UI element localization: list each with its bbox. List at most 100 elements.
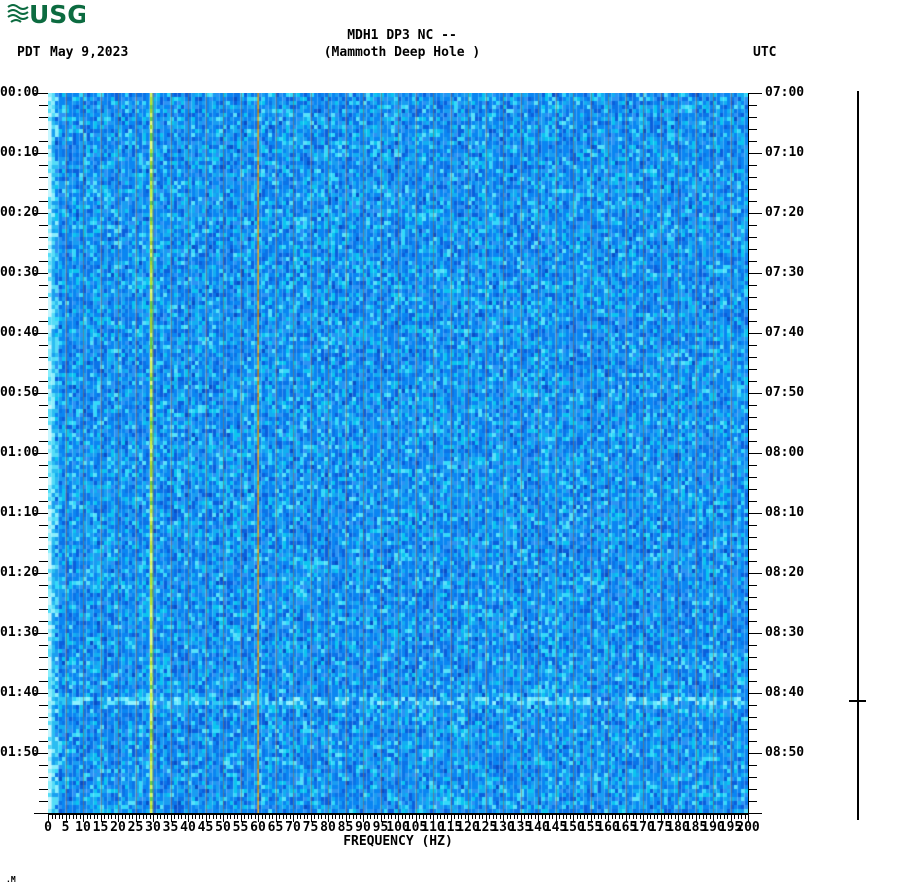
freq-tick: [192, 815, 193, 819]
freq-tick: [353, 815, 354, 819]
freq-tick: [164, 815, 165, 819]
freq-tick: [640, 815, 641, 819]
freq-tick: [216, 815, 217, 819]
time-tick: [39, 225, 48, 226]
time-tick: [749, 141, 757, 142]
freq-tick: [500, 815, 501, 819]
freq-tick: [209, 815, 210, 819]
freq-tick: [636, 815, 637, 819]
freq-tick: [647, 815, 648, 819]
time-tick: [39, 381, 48, 382]
time-tick: [749, 801, 757, 802]
freq-tick: [535, 815, 536, 819]
freq-tick: [395, 815, 396, 819]
freq-tick: [622, 815, 623, 819]
time-tick: [749, 657, 757, 658]
freq-tick: [605, 815, 606, 819]
freq-tick: [272, 815, 273, 819]
time-tick: [749, 561, 757, 562]
freq-tick: [545, 815, 546, 819]
time-tick: [749, 321, 757, 322]
freq-tick: [479, 815, 480, 819]
usgs-logo-text: USGS: [29, 2, 85, 26]
freq-tick: [307, 815, 308, 819]
freq-tick: [409, 815, 410, 819]
time-tick: [39, 369, 48, 370]
freq-tick: [514, 815, 515, 819]
freq-tick: [405, 815, 406, 819]
right-time-label: 08:10: [765, 506, 813, 520]
freq-tick: [314, 815, 315, 819]
time-tick: [39, 237, 48, 238]
freq-tick: [447, 815, 448, 819]
freq-tick: [738, 815, 739, 819]
time-tick: [39, 645, 48, 646]
freq-tick: [619, 815, 620, 819]
freq-tick: [150, 815, 151, 819]
time-tick: [749, 549, 757, 550]
time-tick: [39, 789, 48, 790]
freq-tick: [671, 815, 672, 819]
freq-tick: [139, 815, 140, 819]
freq-tick: [146, 815, 147, 819]
freq-tick: [195, 815, 196, 819]
freq-tick: [339, 815, 340, 819]
freq-tick: [570, 815, 571, 819]
freq-tick: [374, 815, 375, 819]
freq-tick: [111, 815, 112, 819]
freq-tick: [220, 815, 221, 819]
freq-tick: [115, 815, 116, 819]
freq-tick: [430, 815, 431, 819]
freq-tick: [510, 815, 511, 819]
time-tick: [39, 189, 48, 190]
time-tick: [39, 537, 48, 538]
time-tick: [749, 357, 757, 358]
freq-tick: [507, 815, 508, 819]
freq-tick: [650, 815, 651, 819]
time-tick: [39, 669, 48, 670]
time-tick: [749, 777, 757, 778]
time-tick: [39, 801, 48, 802]
time-tick: [39, 429, 48, 430]
freq-tick: [279, 815, 280, 819]
left-time-label: 01:20: [0, 566, 39, 580]
freq-tick: [90, 815, 91, 819]
freq-tick: [360, 815, 361, 819]
freq-tick: [461, 815, 462, 819]
right-time-label: 08:20: [765, 566, 813, 580]
freq-tick: [524, 815, 525, 819]
left-time-label: 00:30: [0, 266, 39, 280]
freq-axis-title: FREQUENCY (HZ): [48, 835, 748, 849]
left-time-label: 01:10: [0, 506, 39, 520]
freq-tick: [73, 815, 74, 819]
scale-bar: [857, 91, 859, 820]
freq-tick: [584, 815, 585, 819]
freq-tick: [377, 815, 378, 819]
right-time-label: 08:00: [765, 446, 813, 460]
freq-tick: [629, 815, 630, 819]
time-tick: [39, 465, 48, 466]
freq-tick: [654, 815, 655, 819]
freq-tick: [699, 815, 700, 819]
freq-tick: [318, 815, 319, 819]
freq-tick: [703, 815, 704, 819]
left-time-label: 01:40: [0, 686, 39, 700]
time-tick: [749, 261, 757, 262]
freq-tick: [685, 815, 686, 819]
right-time-label: 07:40: [765, 326, 813, 340]
date-label: May 9,2023: [50, 46, 128, 60]
time-tick: [749, 501, 757, 502]
freq-tick: [286, 815, 287, 819]
freq-tick: [185, 815, 186, 819]
time-tick: [39, 177, 48, 178]
spectrogram-canvas: [48, 93, 748, 813]
time-tick: [749, 285, 757, 286]
freq-tick: [265, 815, 266, 819]
freq-tick: [87, 815, 88, 819]
freq-tick: [580, 815, 581, 819]
freq-tick: [367, 815, 368, 819]
freq-tick: [615, 815, 616, 819]
freq-tick: [227, 815, 228, 819]
freq-tick: [321, 815, 322, 819]
time-tick: [39, 621, 48, 622]
